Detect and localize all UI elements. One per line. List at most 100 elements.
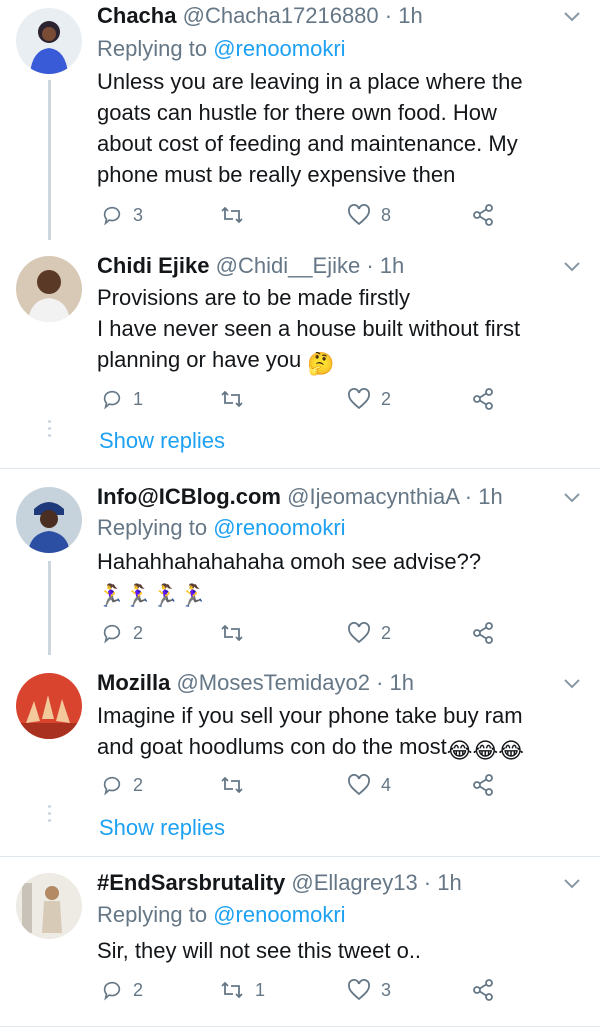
reply-button[interactable]: 3 (101, 202, 143, 228)
reply-button[interactable]: 2 (101, 620, 143, 646)
action-bar: 1 2 (97, 386, 577, 412)
show-replies-link[interactable]: Show replies (99, 428, 225, 454)
reply-icon (103, 981, 121, 1001)
thinking-emoji: 🤔 (307, 351, 335, 376)
tweet-text: Hahahhahahahaha omoh see advise?? 🏃‍♀️🏃‍… (97, 547, 577, 611)
show-replies-link[interactable]: Show replies (99, 815, 225, 841)
text-line: about cost of feeding and maintenance. M… (97, 131, 518, 156)
tweet-header: Mozilla @MosesTemidayo2 · 1h (97, 670, 414, 696)
retweet-button[interactable] (219, 772, 255, 798)
like-button[interactable]: 8 (347, 202, 391, 228)
retweet-button[interactable] (219, 386, 255, 412)
text-line-content: planning or have you (97, 347, 302, 372)
heart-icon (348, 622, 370, 644)
avatar[interactable] (16, 256, 82, 322)
handle-time: @Chidi__Ejike · 1h (215, 253, 405, 278)
reply-icon (103, 624, 121, 644)
share-icon (473, 204, 493, 226)
replying-to-label: Replying to (97, 36, 214, 61)
replying-to: Replying to @renoomokri (97, 515, 346, 541)
chevron-down-icon[interactable] (562, 677, 582, 691)
action-bar: 2 4 (97, 772, 577, 798)
text-line: Imagine if you sell your phone take buy … (97, 703, 523, 728)
like-button[interactable]: 2 (347, 620, 391, 646)
text-line: Sir, they will not see this tweet o.. (97, 938, 422, 963)
mention-link[interactable]: @renoomokri (213, 36, 345, 61)
like-count: 8 (381, 204, 392, 225)
retweet-button[interactable]: 1 (219, 977, 265, 1003)
retweet-button[interactable] (219, 620, 255, 646)
tweet-4[interactable]: Mozilla @MosesTemidayo2 · 1h Imagine if … (0, 655, 600, 855)
avatar[interactable] (16, 8, 82, 74)
retweet-icon (221, 776, 243, 794)
reply-count: 1 (133, 388, 144, 409)
reply-icon (103, 390, 121, 410)
retweet-icon (221, 624, 243, 642)
retweet-button[interactable] (219, 202, 255, 228)
tweet-text: Provisions are to be made firstly I have… (97, 282, 577, 379)
tweet-text: Sir, they will not see this tweet o.. (97, 935, 577, 966)
heart-icon (348, 979, 370, 1001)
handle-time: @Ellagrey13 · 1h (291, 870, 462, 895)
chevron-down-icon[interactable] (562, 260, 582, 274)
replying-to-label: Replying to (97, 515, 214, 540)
retweet-icon (221, 390, 243, 408)
display-name[interactable]: #EndSarsbrutality (97, 870, 285, 895)
replying-to-label: Replying to (97, 902, 214, 927)
share-button[interactable] (471, 620, 495, 646)
like-button[interactable]: 3 (347, 977, 391, 1003)
text-line: Unless you are leaving in a place where … (97, 69, 523, 94)
text-line-content: and goat hoodlums con do the most (97, 734, 447, 759)
reply-count: 3 (133, 204, 144, 225)
action-bar: 2 2 (97, 620, 577, 646)
like-count: 3 (381, 979, 392, 1000)
avatar[interactable] (16, 673, 82, 739)
reply-button[interactable]: 2 (101, 977, 143, 1003)
mention-link[interactable]: @renoomokri (213, 515, 345, 540)
laughing-emoji: 😂😂😂 (446, 738, 524, 763)
display-name[interactable]: Mozilla (97, 670, 170, 695)
reply-button[interactable]: 1 (101, 386, 143, 412)
thread-line (48, 561, 51, 655)
tweet-1[interactable]: Chacha @Chacha17216880 · 1h Replying to … (0, 0, 600, 240)
like-count: 2 (381, 388, 392, 409)
chevron-down-icon[interactable] (562, 10, 582, 24)
avatar[interactable] (16, 487, 82, 553)
display-name[interactable]: Info@ICBlog.com (97, 484, 281, 509)
like-button[interactable]: 4 (347, 772, 391, 798)
reply-button[interactable]: 2 (101, 772, 143, 798)
display-name[interactable]: Chidi Ejike (97, 253, 209, 278)
action-bar: 2 1 3 (97, 977, 577, 1003)
retweet-icon (221, 206, 243, 224)
share-button[interactable] (471, 772, 495, 798)
tweet-text: Imagine if you sell your phone take buy … (97, 700, 577, 766)
tweet-5[interactable]: #EndSarsbrutality @Ellagrey13 · 1h Reply… (0, 857, 600, 1030)
share-icon (473, 979, 493, 1001)
reply-icon (103, 206, 121, 226)
avatar[interactable] (16, 873, 82, 939)
retweet-count: 1 (255, 979, 266, 1000)
share-button[interactable] (471, 202, 495, 228)
tweet-header: Info@ICBlog.com @IjeomacynthiaA · 1h (97, 484, 503, 510)
text-line: phone must be really expensive then (97, 162, 456, 187)
heart-icon (348, 388, 370, 410)
share-button[interactable] (471, 977, 495, 1003)
chevron-down-icon[interactable] (562, 877, 582, 891)
running-emoji: 🏃‍♀️🏃‍♀️🏃‍♀️🏃‍♀️ (97, 583, 207, 608)
mention-link[interactable]: @renoomokri (213, 902, 345, 927)
tweet-text: Unless you are leaving in a place where … (97, 66, 577, 190)
chevron-down-icon[interactable] (562, 491, 582, 505)
handle-time: @IjeomacynthiaA · 1h (287, 484, 503, 509)
like-button[interactable]: 2 (347, 386, 391, 412)
heart-icon (348, 204, 370, 226)
tweet-3[interactable]: Info@ICBlog.com @IjeomacynthiaA · 1h Rep… (0, 469, 600, 655)
reply-count: 2 (133, 774, 144, 795)
replying-to: Replying to @renoomokri (97, 902, 346, 928)
action-bar: 3 8 (97, 202, 577, 228)
tweet-header: Chidi Ejike @Chidi__Ejike · 1h (97, 253, 404, 279)
share-button[interactable] (471, 386, 495, 412)
text-line: and goat hoodlums con do the most😂😂😂 (97, 731, 577, 766)
display-name[interactable]: Chacha (97, 3, 176, 28)
tweet-2[interactable]: Chidi Ejike @Chidi__Ejike · 1h Provision… (0, 240, 600, 468)
text-line: planning or have you 🤔 (97, 344, 577, 379)
